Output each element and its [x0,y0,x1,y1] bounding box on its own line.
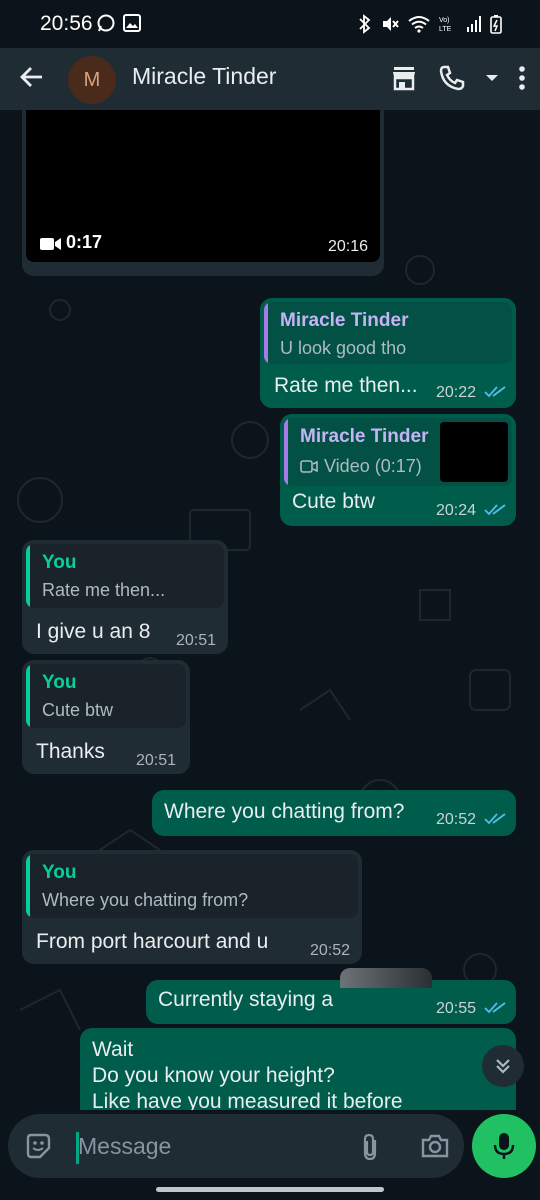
outgoing-message[interactable]: Miracle Tinder Video (0:17) Cute btw 20:… [280,414,516,526]
quote-bar [26,854,30,918]
wifi-icon [408,16,430,33]
gallery-notification-icon [123,14,141,32]
scroll-to-bottom-button[interactable] [482,1045,524,1087]
dropdown-icon[interactable] [486,73,498,83]
video-camera-icon [300,460,318,473]
message-time: 20:51 [136,752,177,769]
message-text: Cute btw [292,490,375,513]
message-text: From port harcourt and u [36,930,269,953]
avatar[interactable]: M [68,56,116,104]
message-time: 20:16 [328,238,369,255]
status-time: 20:56 [40,12,93,35]
microphone-icon [493,1133,515,1159]
message-time: 20:55 [436,1000,477,1017]
quoted-reply[interactable]: Miracle Tinder U look good tho [264,302,512,364]
camera-icon[interactable] [420,1132,450,1160]
read-ticks-icon [484,504,506,516]
quote-text: Rate me then... [42,580,166,600]
mute-icon [383,17,399,31]
message-text: I give u an 8 [36,620,151,643]
back-arrow-icon[interactable] [18,63,46,91]
double-chevron-down-icon [496,1059,510,1074]
message-line: Do you know your height? [92,1064,335,1087]
shop-icon[interactable] [390,64,418,92]
incoming-video-message[interactable]: 0:17 20:16 [22,110,384,276]
notification-icons [96,13,142,33]
battery-icon [490,15,502,34]
home-indicator[interactable] [156,1187,384,1192]
quote-bar [284,418,288,486]
message-input[interactable]: Message [8,1114,464,1178]
read-ticks-icon [484,1002,506,1014]
incoming-message[interactable]: You Where you chatting from? From port h… [22,850,362,964]
message-time: 20:52 [310,942,351,959]
quoted-reply[interactable]: Miracle Tinder Video (0:17) [284,418,512,486]
voice-message-button[interactable] [472,1114,536,1178]
message-text: Rate me then... [274,374,418,397]
outgoing-message[interactable]: Miracle Tinder U look good tho Rate me t… [260,298,516,408]
incoming-message[interactable]: You Cute btw Thanks 20:51 [22,660,190,774]
video-camera-icon [40,238,61,250]
message-time: 20:22 [436,384,477,401]
contact-name[interactable]: Miracle Tinder [132,63,276,90]
video-duration: 0:17 [66,232,103,252]
obscuring-sticker [340,968,432,988]
quote-author: You [42,672,77,693]
message-text: Thanks [36,740,105,763]
quoted-reply[interactable]: You Where you chatting from? [26,854,358,918]
avatar-letter: M [83,68,101,91]
message-text: Where you chatting from? [164,800,405,823]
quote-author: Miracle Tinder [280,310,409,331]
header-actions [390,64,526,92]
sticker-icon[interactable] [24,1132,52,1160]
read-ticks-icon [484,386,506,398]
outgoing-message[interactable]: Wait Do you know your height? Like have … [80,1028,516,1110]
message-time: 20:24 [436,502,477,519]
quoted-reply[interactable]: You Cute btw [26,664,186,728]
volte-icon: Vo) LTE [439,17,452,33]
status-bar: 20:56 Vo) LTE [0,0,540,48]
quote-text: U look good tho [280,338,407,358]
more-options-icon[interactable] [518,65,526,91]
svg-text:Vo): Vo) [439,17,450,24]
quote-thumbnail [440,422,508,482]
quote-author: You [42,862,77,883]
message-placeholder: Message [78,1133,172,1159]
quote-text: Video (0:17) [324,456,422,476]
quote-text: Where you chatting from? [42,890,249,910]
quote-author: You [42,552,77,573]
system-icons: Vo) LTE [358,14,502,34]
outgoing-message[interactable]: Where you chatting from? 20:52 [152,790,516,836]
attach-icon[interactable] [358,1132,382,1162]
phone-icon[interactable] [438,64,466,92]
svg-text:LTE: LTE [439,26,452,33]
quote-text: Cute btw [42,700,114,720]
quote-bar [26,544,30,608]
message-time: 20:51 [176,632,217,649]
chat-notification-icon [97,14,115,32]
quote-bar [26,664,30,728]
chat-area[interactable]: 0:17 20:16 Miracle Tinder U look good th… [0,110,540,1110]
message-line: Like have you measured it before [92,1090,403,1110]
read-ticks-icon [484,813,506,825]
quote-author: Miracle Tinder [300,426,429,447]
bluetooth-icon [359,14,371,34]
outgoing-message[interactable]: Currently staying a 20:55 [146,980,516,1024]
quote-bar [264,302,268,364]
signal-icon [467,16,481,32]
message-text: Currently staying a [158,988,334,1011]
chat-header: M Miracle Tinder [0,48,540,110]
message-line: Wait [92,1038,134,1061]
incoming-message[interactable]: You Rate me then... I give u an 8 20:51 [22,540,228,654]
quoted-reply[interactable]: You Rate me then... [26,544,224,608]
message-time: 20:52 [436,811,477,828]
